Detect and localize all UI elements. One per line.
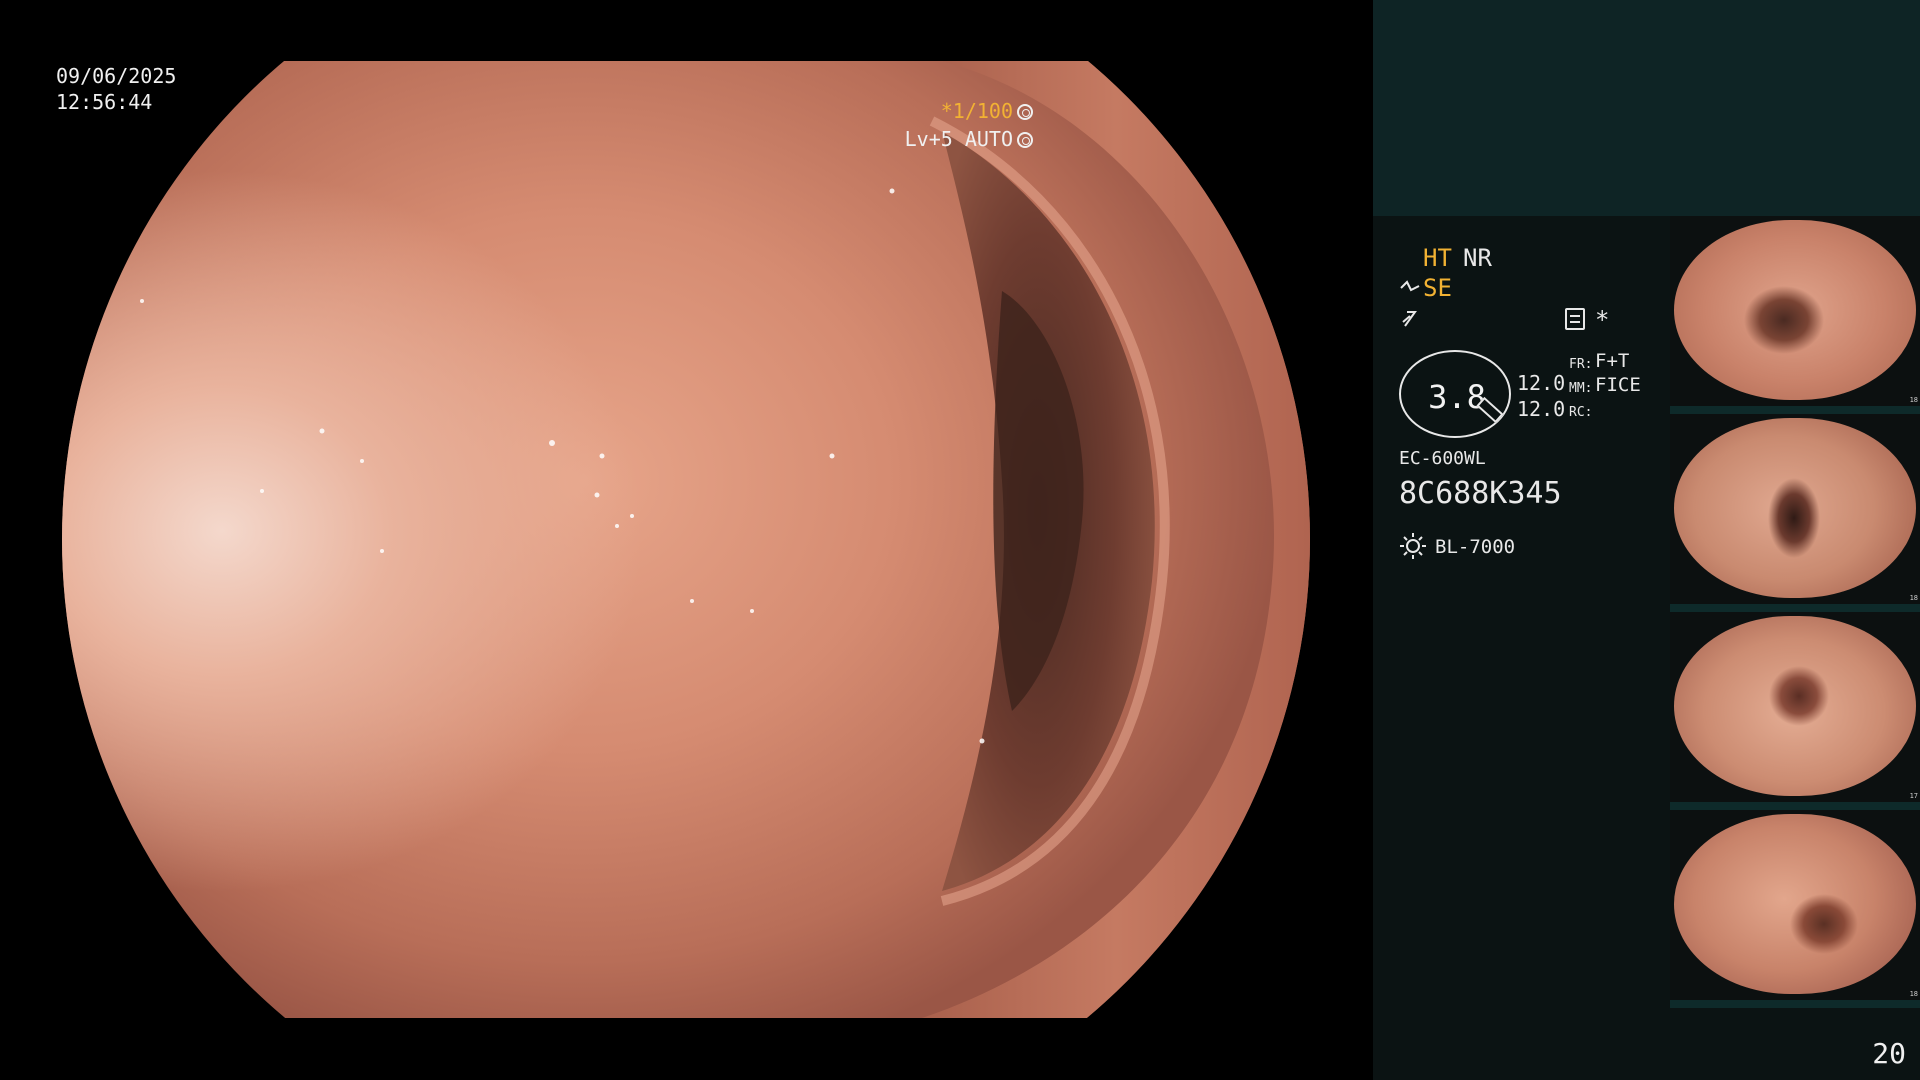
thumbnail-marker: 18 <box>1909 990 1918 998</box>
page-number: 20 <box>1872 1037 1906 1070</box>
thumbnail-marker: 18 <box>1909 594 1918 602</box>
info-panel: HT NR SE * 3.8 12.0 12.0 FR: F+T MM: FIC… <box>1373 0 1920 1080</box>
rc-label: RC: <box>1569 405 1593 420</box>
thumbnail-image <box>1674 616 1916 796</box>
endoscopic-image <box>62 61 1310 1018</box>
thumbnail-2[interactable]: 18 <box>1670 414 1920 612</box>
shutter-icon <box>1017 104 1033 120</box>
thumbnail-strip: 18 18 17 18 <box>1670 216 1920 1016</box>
brightness-level: Lv+5 <box>904 127 953 151</box>
ht-label: HT <box>1423 244 1452 272</box>
color-tone-icon <box>1402 311 1417 327</box>
se-label: SE <box>1423 274 1452 302</box>
time-text: 12:56:44 <box>56 90 153 114</box>
thumbnail-image <box>1674 814 1916 994</box>
processor-settings: HT NR SE * 3.8 12.0 12.0 FR: F+T MM: FIC… <box>1399 240 1689 570</box>
shutter-readout: *1/100 <box>941 98 1033 124</box>
exposure-mode: AUTO <box>964 127 1013 151</box>
thumbnail-marker: 17 <box>1909 792 1918 800</box>
thumbnail-image <box>1674 418 1916 598</box>
light-source-model: BL-7000 <box>1435 536 1516 558</box>
value-bottom: 12.0 <box>1517 397 1566 421</box>
scope-model: EC-600WL <box>1399 448 1486 469</box>
endoscope-main-view: 09/06/2025 12:56:44 *1/100 Lv+5 AUTO <box>0 0 1373 1080</box>
structure-enhance-icon <box>1400 280 1420 292</box>
gauge-display: 3.8 <box>1399 350 1511 438</box>
date-time-display: 09/06/2025 12:56:44 <box>56 63 176 115</box>
thumbnail-1[interactable]: 18 <box>1670 216 1920 414</box>
thumbnail-image <box>1674 220 1916 400</box>
auto-exposure-icon <box>1017 132 1033 148</box>
nr-label: NR <box>1463 244 1492 272</box>
thumbnail-3[interactable]: 17 <box>1670 612 1920 810</box>
date-text: 09/06/2025 <box>56 64 177 88</box>
exposure-readout: Lv+5 AUTO <box>905 126 1033 152</box>
panel-header-block <box>1373 0 1920 216</box>
mucosa-illustration <box>140 61 1310 1018</box>
scope-serial: 8C688K345 <box>1399 476 1562 511</box>
thumbnail-4[interactable]: 18 <box>1670 810 1920 1008</box>
settings-icon <box>1565 308 1585 330</box>
star-indicator: * <box>1595 306 1610 334</box>
thumbnail-marker: 18 <box>1909 396 1918 404</box>
fr-label: FR: <box>1569 357 1593 372</box>
mm-value: FICE <box>1595 374 1641 396</box>
value-top: 12.0 <box>1517 371 1566 395</box>
shutter-speed: *1/100 <box>940 99 1013 123</box>
mm-label: MM: <box>1569 381 1593 396</box>
fr-value: F+T <box>1595 350 1630 372</box>
light-source-icon <box>1400 533 1426 559</box>
